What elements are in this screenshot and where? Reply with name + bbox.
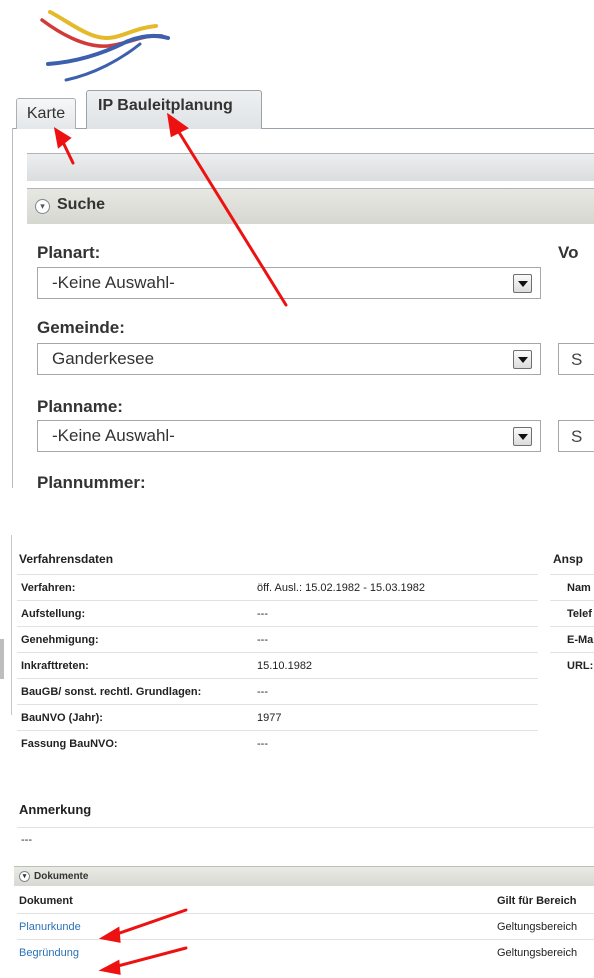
planname-value: -Keine Auswahl-	[52, 426, 175, 445]
search-section-header[interactable]: ▾ Suche	[27, 188, 594, 224]
document-link[interactable]: Begründung	[19, 947, 79, 959]
dokumente-header-row: Dokument Gilt für Bereich	[17, 888, 594, 914]
table-row: Genehmigung: ---	[17, 626, 538, 652]
column-header-bereich: Gilt für Bereich	[497, 895, 577, 907]
right-column-label: Vo	[558, 243, 579, 262]
search-panel: ▾ Suche Planart: -Keine Auswahl- Gemeind…	[12, 128, 594, 488]
left-edge-marker	[0, 639, 4, 679]
row-key: Verfahren:	[21, 582, 76, 594]
document-bereich: Geltungsbereich	[497, 921, 578, 933]
divider	[17, 827, 594, 828]
column-header-dokument: Dokument	[19, 895, 73, 907]
right-input-1[interactable]: S	[558, 343, 594, 375]
contact-row: URL:	[550, 652, 594, 678]
gemeinde-label: Gemeinde:	[37, 318, 125, 337]
collapse-circle-icon[interactable]: ▾	[19, 871, 30, 882]
row-key: Fassung BauNVO:	[21, 738, 118, 750]
row-value: ---	[257, 738, 268, 750]
contact-key: E-Ma	[567, 634, 594, 646]
gemeinde-value: Ganderkesee	[52, 349, 155, 368]
planart-select[interactable]: -Keine Auswahl-	[37, 267, 541, 299]
row-key: Inkrafttreten:	[21, 660, 89, 672]
dokumente-title: Dokumente	[34, 871, 89, 882]
tab-bar: Karte IP Bauleitplanung	[12, 90, 594, 130]
collapse-circle-icon[interactable]: ▾	[35, 199, 50, 214]
table-row: Verfahren: öff. Ausl.: 15.02.1982 - 15.0…	[17, 574, 538, 600]
dropdown-arrow-icon[interactable]	[513, 274, 532, 293]
planart-label: Planart:	[37, 243, 101, 262]
row-value: öff. Ausl.: 15.02.1982 - 15.03.1982	[257, 582, 425, 594]
dropdown-arrow-icon[interactable]	[513, 427, 532, 446]
contact-key: Nam	[567, 582, 591, 594]
tab-karte[interactable]: Karte	[16, 98, 76, 129]
tab-ip-bauleitplanung[interactable]: IP Bauleitplanung	[86, 90, 262, 129]
table-row: BauNVO (Jahr): 1977	[17, 704, 538, 730]
plannummer-label: Plannummer:	[37, 473, 146, 488]
planname-label: Planname:	[37, 397, 123, 416]
table-row: BauGB/ sonst. rechtl. Grundlagen: ---	[17, 678, 538, 704]
panel-header-bar	[27, 153, 594, 181]
ansprechpartner-title: Ansp	[553, 552, 583, 566]
contact-row: Telef	[550, 600, 594, 626]
contact-key: Telef	[567, 608, 592, 620]
row-value: 15.10.1982	[257, 660, 313, 672]
row-key: Aufstellung:	[21, 608, 86, 620]
row-key: BauNVO (Jahr):	[21, 712, 103, 724]
plan-detail-panel: Verfahrensdaten Verfahren: öff. Ausl.: 1…	[0, 535, 594, 978]
row-value: ---	[257, 686, 268, 698]
contact-key: URL:	[567, 660, 594, 672]
document-row: Begründung Geltungsbereich	[17, 939, 594, 965]
contact-row: Nam	[550, 574, 594, 600]
anmerkung-value: ---	[21, 834, 32, 846]
planart-value: -Keine Auswahl-	[52, 273, 175, 292]
planname-select[interactable]: -Keine Auswahl-	[37, 420, 541, 452]
left-border	[11, 535, 12, 715]
contact-row: E-Ma	[550, 626, 594, 652]
table-row: Fassung BauNVO: ---	[17, 730, 538, 756]
table-row: Aufstellung: ---	[17, 600, 538, 626]
dokumente-section-header[interactable]: ▾ Dokumente	[14, 866, 594, 886]
document-row: Planurkunde Geltungsbereich	[17, 913, 594, 939]
dropdown-arrow-icon[interactable]	[513, 350, 532, 369]
bird-logo	[40, 10, 170, 82]
verfahrensdaten-title: Verfahrensdaten	[19, 552, 114, 566]
right-input-2[interactable]: S	[558, 420, 594, 452]
search-section-title: Suche	[57, 196, 106, 213]
row-value: ---	[257, 608, 268, 620]
row-value: 1977	[257, 712, 282, 724]
row-key: Genehmigung:	[21, 634, 99, 646]
document-link[interactable]: Planurkunde	[19, 921, 81, 933]
row-key: BauGB/ sonst. rechtl. Grundlagen:	[21, 686, 202, 698]
gemeinde-select[interactable]: Ganderkesee	[37, 343, 541, 375]
row-value: ---	[257, 634, 268, 646]
table-row: Inkrafttreten: 15.10.1982	[17, 652, 538, 678]
anmerkung-title: Anmerkung	[19, 802, 92, 817]
document-bereich: Geltungsbereich	[497, 947, 578, 959]
